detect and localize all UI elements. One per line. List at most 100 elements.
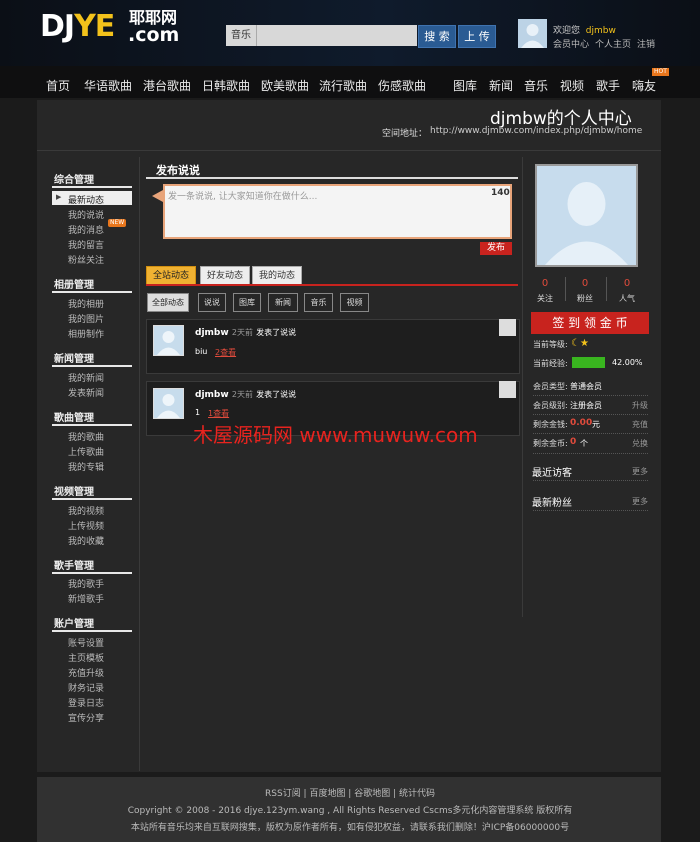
stat-separator [565,277,566,301]
stat-popularity-count[interactable]: 0 [612,278,642,289]
sidebar-item-my-comments[interactable]: 我的留言 [68,238,104,251]
stat-follow-count[interactable]: 0 [530,278,560,289]
user-avatar[interactable] [518,19,547,48]
feed-username[interactable]: djmbw [195,390,229,400]
feed-time: 2天前 [231,328,253,337]
nav-item-gallery[interactable]: 图库 [453,77,477,94]
sidebar-item-recharge[interactable]: 充值升级 [68,666,104,679]
sidebar-item-upload-videos[interactable]: 上传视频 [68,519,104,532]
sidebar-item-login-log[interactable]: 登录日志 [68,696,104,709]
section-divider [52,291,132,293]
stat-fans-count[interactable]: 0 [570,278,600,289]
post-section-title: 发布说说 [156,164,200,177]
sidebar-item-account-settings[interactable]: 账号设置 [68,636,104,649]
profile-avatar[interactable] [535,164,638,267]
upload-button[interactable]: 上 传 [458,25,496,48]
sidebar-item-my-songs[interactable]: 我的歌曲 [68,430,104,443]
coins-unit: 个 [580,439,588,448]
speech-pointer-icon [152,190,163,202]
visitors-more-link[interactable]: 更多 [632,466,648,477]
sidebar-item-my-favorites[interactable]: 我的收藏 [68,534,104,547]
sidebar-item-my-messages[interactable]: 我的消息 [68,223,104,236]
sidebar-item-finance[interactable]: 财务记录 [68,681,104,694]
filter-all[interactable]: 全部动态 [147,293,189,312]
feed-avatar[interactable] [153,388,184,419]
nav-item-jp-kr-songs[interactable]: 日韩歌曲 [202,77,250,94]
delete-corner-icon[interactable] [499,319,516,336]
footer-links[interactable]: RSS订阅 | 百度地图 | 谷歌地图 | 统计代码 [0,786,700,799]
sidebar-item-my-pictures[interactable]: 我的图片 [68,312,104,325]
arrow-right-icon: ▶ [56,193,62,201]
sidebar-item-publish-news[interactable]: 发表新闻 [68,386,104,399]
sidebar-item-my-singers[interactable]: 我的歌手 [68,577,104,590]
search-button[interactable]: 搜 索 [418,25,456,48]
tab-my-activity[interactable]: 我的动态 [252,266,302,286]
stat-popularity-label: 人气 [619,294,635,303]
tab-site-activity[interactable]: 全站动态 [146,266,196,286]
filter-video[interactable]: 视频 [340,293,369,312]
site-logo[interactable]: DJYE [40,12,115,42]
avatar-silhouette-icon [545,182,628,265]
post-placeholder: 发一条说说, 让大家知道你在做什么... [168,192,318,202]
member-center-link[interactable]: 会员中心 [553,40,589,50]
tab-friend-activity[interactable]: 好友动态 [200,266,250,286]
space-address-link[interactable]: http://www.djmbw.com/index.php/djmbw/hom… [430,126,642,136]
member-level-value: 注册会员 [570,401,602,410]
logout-link[interactable]: 注销 [637,40,655,50]
sidebar-item-share[interactable]: 宣传分享 [68,711,104,724]
sidebar-item-my-album[interactable]: 我的专辑 [68,460,104,473]
nav-item-pop-songs[interactable]: 流行歌曲 [319,77,367,94]
stat-fans-label: 粉丝 [577,294,593,303]
nav-item-music[interactable]: 音乐 [524,77,548,94]
nav-item-singer[interactable]: 歌手 [596,77,620,94]
section-divider [52,186,132,188]
sidebar-item-latest[interactable]: 最新动态 [68,193,104,206]
level-moon-star-icon: ☾★ [571,338,589,349]
feed-view-link[interactable]: 2查看 [215,347,236,358]
sidebar-item-my-posts[interactable]: 我的说说 [68,208,104,221]
fans-more-link[interactable]: 更多 [632,496,648,507]
recharge-link[interactable]: 充值 [632,419,648,430]
sidebar-item-album-make[interactable]: 相册制作 [68,327,104,340]
exp-percent: 42.00% [612,358,643,367]
upgrade-link[interactable]: 升级 [632,400,648,411]
feed-avatar[interactable] [153,325,184,356]
row-divider [533,510,648,512]
row-divider [533,480,648,482]
nav-item-chinese-songs[interactable]: 华语歌曲 [84,77,132,94]
feed-view-link[interactable]: 1查看 [208,408,229,419]
nav-item-video[interactable]: 视频 [560,77,584,94]
search-category-select[interactable]: 音乐 [226,25,257,46]
section-divider [52,630,132,632]
nav-item-western-songs[interactable]: 欧美歌曲 [261,77,309,94]
feed-header: djmbw 2天前 发表了说说 [195,327,296,338]
checkin-button[interactable]: 签 到 领 金 币 [531,312,649,334]
section-divider [52,424,132,426]
feed-username[interactable]: djmbw [195,328,229,338]
sidebar-item-followers[interactable]: 粉丝关注 [68,253,104,266]
row-divider [533,453,648,455]
nav-item-friends[interactable]: 嗨友 [632,77,656,94]
nav-item-news[interactable]: 新闻 [489,77,513,94]
filter-music[interactable]: 音乐 [304,293,333,312]
search-input[interactable] [257,25,417,46]
welcome-username[interactable]: djmbw [586,26,616,36]
filter-posts[interactable]: 说说 [198,293,226,312]
row-divider [533,433,648,435]
exchange-link[interactable]: 兑换 [632,438,648,449]
sidebar-item-my-albums[interactable]: 我的相册 [68,297,104,310]
sidebar-item-home-template[interactable]: 主页模板 [68,651,104,664]
nav-item-sad-songs[interactable]: 伤感歌曲 [378,77,426,94]
nav-item-home[interactable]: 首页 [46,77,70,94]
filter-gallery[interactable]: 图库 [233,293,261,312]
sidebar-item-my-news[interactable]: 我的新闻 [68,371,104,384]
sidebar-item-my-videos[interactable]: 我的视频 [68,504,104,517]
sidebar-item-add-singer[interactable]: 新增歌手 [68,592,104,605]
exp-progress-bar [572,357,605,368]
publish-button[interactable]: 发布 [480,242,512,255]
personal-home-link[interactable]: 个人主页 [595,40,631,50]
sidebar-item-upload-songs[interactable]: 上传歌曲 [68,445,104,458]
delete-corner-icon[interactable] [499,381,516,398]
nav-item-hk-tw-songs[interactable]: 港台歌曲 [143,77,191,94]
filter-news[interactable]: 新闻 [268,293,298,312]
